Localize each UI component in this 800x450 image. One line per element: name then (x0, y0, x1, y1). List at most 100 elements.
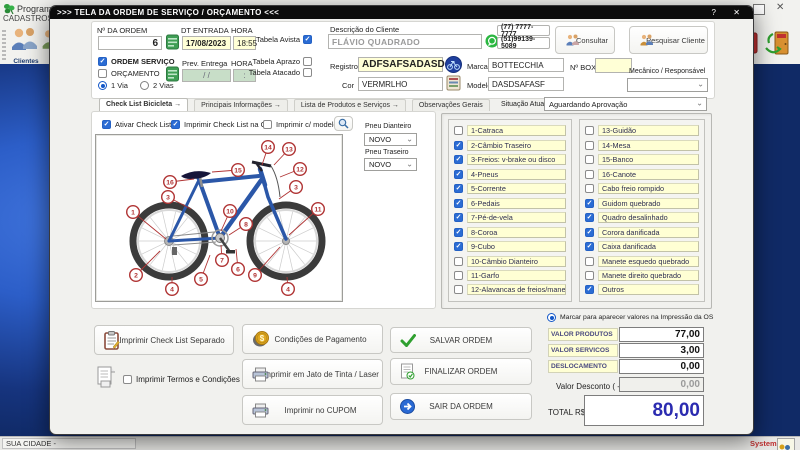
checklist-item[interactable]: 8-Coroa (454, 226, 566, 238)
tabela-checkbox[interactable] (303, 56, 312, 66)
checklist-item[interactable]: Quadro desalinhado (585, 212, 699, 224)
checklist-item[interactable]: 10-Câmbio Dianteiro (454, 255, 566, 267)
client-name-field[interactable]: FLÁVIO QUADRADO (328, 34, 482, 49)
imprimir-cupom-button[interactable]: Imprimir no CUPOM (242, 395, 383, 425)
checklist-item[interactable]: 4-Pneus (454, 168, 566, 180)
delivery-date-field[interactable]: / / (182, 69, 231, 82)
entry-date-field[interactable]: 17/08/2023 (182, 36, 231, 50)
imprimir-checklist-os[interactable]: Imprimir Check List na OS (171, 120, 272, 129)
ordem-servico-checkbox[interactable] (98, 57, 107, 66)
tab-check-list-bicicleta[interactable]: Check List Bicicleta → (99, 98, 189, 111)
checklist-checkbox[interactable] (454, 285, 463, 295)
checklist-checkbox[interactable] (585, 169, 594, 179)
marca-field[interactable]: BOTTECCHIA (488, 58, 564, 72)
toolbar-handle[interactable] (2, 30, 6, 60)
checklist-item[interactable]: Guidom quebrado (585, 197, 699, 209)
checklist-item[interactable]: Caixa danificada (585, 241, 699, 253)
checklist-item[interactable]: 5-Corrente (454, 183, 566, 195)
tab-principais-informacoes[interactable]: Principais Informações → (194, 99, 288, 111)
order-number-field[interactable]: 6 (98, 36, 162, 50)
checklist-item[interactable]: 15-Banco (585, 154, 699, 166)
checklist-checkbox[interactable] (454, 140, 463, 150)
cor-field[interactable]: VERMRLHO (358, 77, 443, 91)
checklist-checkbox[interactable] (585, 270, 594, 280)
zoom-button[interactable] (334, 116, 353, 131)
checklist-item[interactable]: 7-Pé-de-vela (454, 212, 566, 224)
dialog-close-button[interactable]: ✕ (733, 6, 740, 19)
checklist-item[interactable]: 16-Canote (585, 168, 699, 180)
checklist-checkbox[interactable] (585, 242, 594, 252)
checklist-checkbox[interactable] (454, 270, 463, 280)
tabela-row[interactable]: Tabela Atacado (242, 67, 312, 77)
checklist-checkbox[interactable] (585, 227, 594, 237)
via2-radio[interactable] (139, 81, 149, 90)
menu-cadastros[interactable]: CADASTROS (3, 14, 53, 23)
checklist-checkbox[interactable] (585, 155, 594, 165)
tabela-row[interactable]: Tabela Avista (242, 34, 312, 44)
color-book-icon[interactable] (446, 75, 461, 91)
print-values-option[interactable]: Marcar para aparecer valores na Impressã… (547, 313, 713, 322)
calendar-icon[interactable] (166, 34, 179, 50)
totals-value[interactable]: 77,00 (619, 327, 704, 342)
registro-field[interactable]: ADFSAFSADASD (358, 57, 445, 72)
checklist-checkbox[interactable] (454, 126, 463, 136)
desconto-value[interactable]: 0,00 (619, 377, 704, 392)
checklist-item[interactable]: 9-Cubo (454, 241, 566, 253)
imprimir-os-checkbox[interactable] (171, 120, 180, 129)
tabela-checkbox[interactable] (303, 34, 312, 44)
calendar-icon[interactable] (166, 66, 179, 82)
checklist-checkbox[interactable] (585, 184, 594, 194)
checklist-checkbox[interactable] (585, 126, 594, 136)
order-type-ordem[interactable]: ORDEM SERVIÇO (98, 57, 175, 66)
checklist-item[interactable]: Cabo freio rompido (585, 183, 699, 195)
checklist-checkbox[interactable] (454, 155, 463, 165)
checklist-checkbox[interactable] (585, 285, 594, 295)
checklist-checkbox[interactable] (454, 242, 463, 252)
checklist-item[interactable]: 11-Garfo (454, 269, 566, 281)
salvar-ordem-button[interactable]: SALVAR ORDEM (390, 327, 532, 353)
termos-checkbox[interactable] (123, 375, 132, 384)
orcamento-checkbox[interactable] (98, 69, 107, 78)
totals-value[interactable]: 0,00 (619, 359, 704, 374)
checklist-item[interactable]: 14-Mesa (585, 139, 699, 151)
imprimir-modelo[interactable]: Imprimir c/ modelo (263, 120, 338, 129)
nbox-field[interactable] (595, 58, 632, 73)
imprimir-modelo-checkbox[interactable] (263, 120, 272, 129)
checklist-item[interactable]: 6-Pedais (454, 197, 566, 209)
finalizar-ordem-button[interactable]: FINALIZAR ORDEM (390, 358, 532, 385)
checklist-item[interactable]: Manete esquedo quebrado (585, 255, 699, 267)
tab-lista-produtos-servicos[interactable]: Lista de Produtos e Serviços → (293, 99, 406, 111)
checklist-checkbox[interactable] (585, 213, 594, 223)
bg-close-button[interactable]: ✕ (776, 2, 784, 13)
modelo-field[interactable]: DASDSAFASF (488, 77, 564, 91)
phone2-field[interactable]: (51)99139-5089 (497, 36, 550, 50)
phone1-field[interactable]: (77) 7777-7777 (497, 24, 550, 38)
checklist-checkbox[interactable] (585, 140, 594, 150)
checklist-checkbox[interactable] (454, 198, 463, 208)
consultar-button[interactable]: Consultar (555, 26, 615, 54)
checklist-item[interactable]: 12-Alavancas de freios/manete (454, 284, 566, 296)
imprimir-termos[interactable]: Imprimir Termos e Condições (123, 375, 240, 384)
sair-ordem-button[interactable]: SAIR DA ORDEM (390, 393, 532, 420)
toolbar-button-clientes[interactable]: Clientes (9, 27, 43, 65)
tabela-row[interactable]: Tabela Aprazo (242, 56, 312, 66)
checklist-checkbox[interactable] (454, 227, 463, 237)
imprimir-jato-button[interactable]: Imprimir em Jato de Tinta / Laser (242, 359, 383, 389)
checklist-item[interactable]: 1-Catraca (454, 125, 566, 137)
toolbar-button-exit[interactable] (763, 28, 795, 62)
imprimir-checklist-separado-button[interactable]: Imprimir Check List Separado (94, 325, 234, 355)
totals-value[interactable]: 3,00 (619, 343, 704, 358)
via1-radio[interactable] (98, 81, 107, 90)
dialog-help-button[interactable]: ? (712, 6, 716, 19)
ativar-checklist-checkbox[interactable] (102, 120, 111, 129)
checklist-item[interactable]: Outros (585, 284, 699, 296)
print-values-radio[interactable] (547, 313, 556, 322)
ativar-checklist[interactable]: Ativar Check List (102, 120, 171, 129)
checklist-item[interactable]: Manete direito quebrado (585, 269, 699, 281)
situacao-dropdown[interactable]: Aguardando Aprovação (544, 97, 707, 111)
bicycle-badge-icon[interactable] (445, 56, 462, 73)
pesquisar-cliente-button[interactable]: Pesquisar Cliente (629, 26, 708, 54)
mecanico-dropdown[interactable] (627, 78, 708, 92)
checklist-checkbox[interactable] (454, 213, 463, 223)
checklist-checkbox[interactable] (454, 169, 463, 179)
